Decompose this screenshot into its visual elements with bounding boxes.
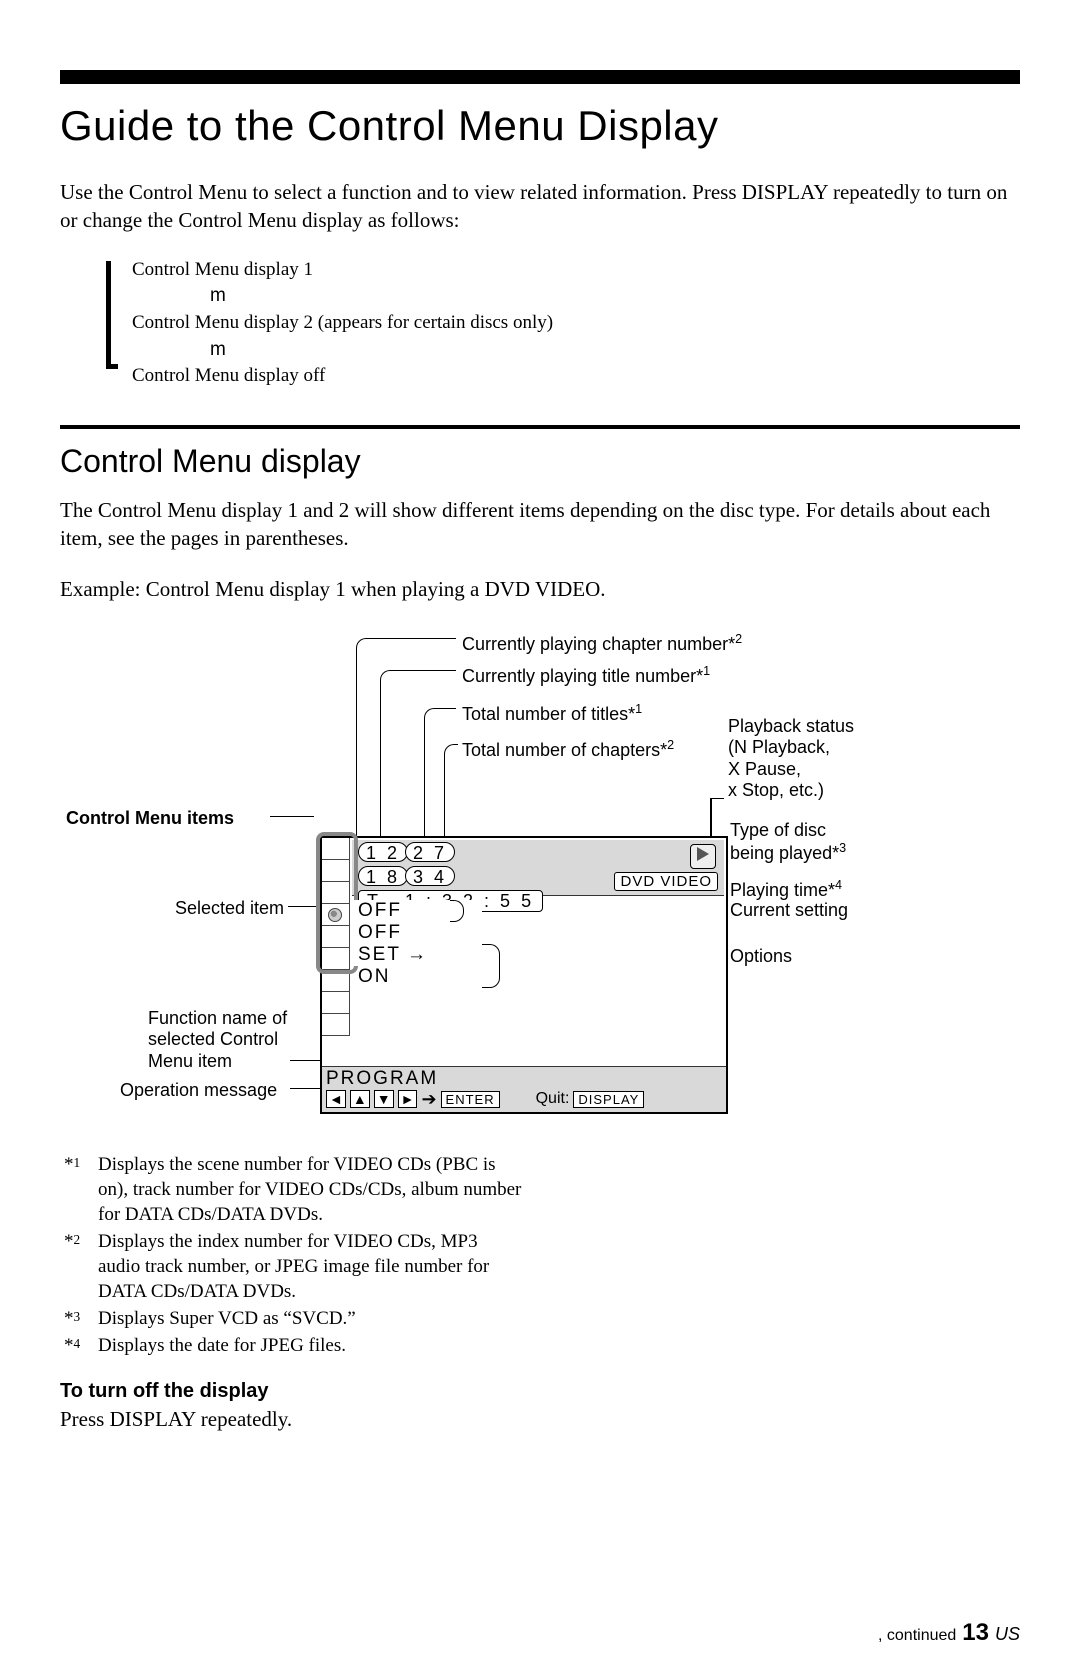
setting-off-2: OFF: [352, 922, 482, 944]
label-playback-status: Playback status (N Playback, X Pause, x …: [728, 716, 854, 802]
label-chapter-number: Currently playing chapter number*2: [462, 632, 742, 656]
leadline: [290, 1060, 320, 1062]
label-selected-item: Selected item: [164, 898, 284, 920]
control-menu-panel: 1 22 7 1 83 4 T 1 : 3 2 : 5 5 DVD VIDEO …: [320, 836, 728, 1114]
play-status-box: [690, 844, 716, 869]
intro-text: Use the Control Menu to select a functio…: [60, 178, 1020, 235]
footnote-3: Displays Super VCD as “SVCD.”: [98, 1306, 356, 1331]
label-disc-type: Type of disc being played*3: [730, 820, 846, 865]
footnote-2: Displays the index number for VIDEO CDs,…: [98, 1229, 524, 1304]
key-enter: ENTER: [441, 1091, 500, 1108]
play-icon: [697, 847, 709, 861]
top-rule: [60, 70, 1020, 84]
label-options: Options: [730, 946, 792, 968]
chapter-current-pill: 1 8: [358, 866, 408, 886]
leadline: [290, 1088, 320, 1090]
section-heading: Control Menu display: [60, 443, 1020, 480]
leadline: [710, 798, 724, 800]
key-left-icon: ◄: [326, 1090, 346, 1108]
quit-label: Quit:: [536, 1090, 570, 1108]
program-label: PROGRAM: [326, 1068, 438, 1090]
seq-line-3: Control Menu display off: [132, 365, 325, 386]
label-current-setting: Current setting: [730, 900, 848, 922]
key-up-icon: ▲: [350, 1090, 370, 1108]
key-right-icon: ►: [398, 1090, 418, 1108]
arrow-right-icon: ➔: [421, 1089, 436, 1110]
leadline: [270, 816, 314, 818]
section-rule: [60, 425, 1020, 429]
footnotes: *1Displays the scene number for VIDEO CD…: [64, 1152, 524, 1359]
seq-line-2: Control Menu display 2 (appears for cert…: [132, 312, 553, 333]
page-title: Guide to the Control Menu Display: [60, 102, 1020, 150]
turn-off-heading: To turn off the display: [60, 1380, 1020, 1403]
label-total-titles: Total number of titles*1: [462, 702, 642, 726]
sequence-bracket: [106, 261, 118, 369]
key-down-icon: ▼: [374, 1090, 394, 1108]
key-display: DISPLAY: [573, 1091, 644, 1108]
section-paragraph: The Control Menu display 1 and 2 will sh…: [60, 496, 1020, 553]
arrow-right-icon: →: [407, 944, 428, 966]
page-footer: , continued 13 US: [878, 1619, 1020, 1647]
display-sequence: Control Menu display 1 m Control Menu di…: [106, 257, 1020, 389]
leadline: [288, 906, 324, 908]
continued-text: , continued: [878, 1627, 956, 1645]
selected-item-marker: [328, 908, 342, 922]
label-control-menu-items: Control Menu items: [66, 808, 234, 830]
options-bracket: [482, 944, 500, 988]
region-code: US: [995, 1624, 1020, 1645]
control-menu-diagram: Currently playing chapter number*2 Curre…: [60, 620, 1020, 1140]
label-title-number: Currently playing title number*1: [462, 664, 710, 688]
seq-line-1: Control Menu display 1: [132, 259, 313, 280]
page-number: 13: [962, 1619, 989, 1647]
label-playing-time: Playing time*4: [730, 878, 842, 902]
chapter-total-pill: 3 4: [405, 866, 455, 886]
label-function-name: Function name of selected Control Menu i…: [148, 1008, 287, 1073]
seq-arrow-1: m: [210, 282, 553, 310]
label-total-chapters: Total number of chapters*2: [462, 738, 674, 762]
setting-set: SET→: [352, 944, 482, 966]
seq-arrow-2: m: [210, 336, 553, 364]
title-current-pill: 1 2: [358, 842, 408, 862]
disc-type-tag: DVD VIDEO: [614, 872, 718, 891]
footnote-4: Displays the date for JPEG files.: [98, 1333, 346, 1358]
title-total-pill: 2 7: [405, 842, 455, 862]
setting-on: ON: [352, 966, 482, 988]
footnote-1: Displays the scene number for VIDEO CDs …: [98, 1152, 524, 1227]
operation-row: ◄ ▲ ▼ ► ➔ ENTER Quit: DISPLAY: [326, 1089, 644, 1110]
label-operation-message: Operation message: [120, 1080, 277, 1102]
example-text: Example: Control Menu display 1 when pla…: [60, 577, 1020, 602]
turn-off-text: Press DISPLAY repeatedly.: [60, 1407, 1020, 1432]
